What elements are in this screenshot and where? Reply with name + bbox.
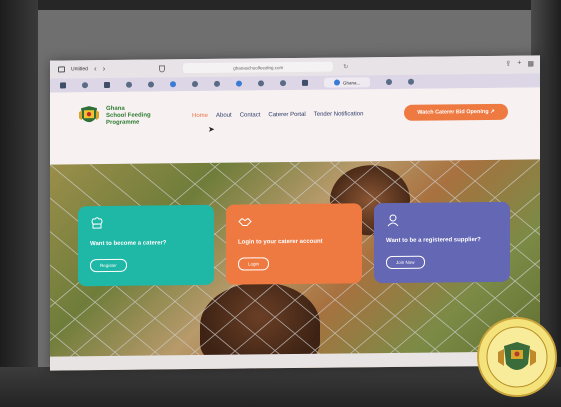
shield-icon[interactable] xyxy=(159,64,166,72)
main-nav: Home About Contact Caterer Portal Tender… xyxy=(192,111,363,119)
hero-banner: Want to become a caterer? Register Login… xyxy=(50,159,540,371)
supplier-card: Want to be a registered supplier? Join N… xyxy=(374,201,510,284)
tab-favicon xyxy=(334,79,340,86)
tab-favicon[interactable] xyxy=(386,78,393,86)
site-header: Ghana School Feeding Programme Home Abou… xyxy=(50,87,540,165)
card-title: Want to become a caterer? xyxy=(90,240,167,248)
register-button[interactable]: Register xyxy=(90,258,127,273)
tab-favicon[interactable] xyxy=(258,80,264,87)
caterer-card: Want to become a caterer? Register xyxy=(78,204,214,287)
tab-favicon[interactable] xyxy=(280,80,286,87)
arrow-icon: ↗ xyxy=(488,108,495,115)
nav-about[interactable]: About xyxy=(216,113,232,119)
seal-watermark-icon xyxy=(477,317,557,397)
tab-active[interactable]: Ghana... xyxy=(324,77,371,88)
handshake-icon xyxy=(238,217,252,227)
share-icon[interactable]: ⇪ xyxy=(505,60,511,68)
login-card: Login to your caterer account Login xyxy=(226,203,362,285)
tab-favicon[interactable] xyxy=(192,81,198,88)
brand-line: Programme xyxy=(106,119,140,126)
tab-favicon[interactable] xyxy=(170,81,176,88)
reload-icon[interactable]: ↻ xyxy=(343,63,348,70)
nav-caterer-portal[interactable]: Caterer Portal xyxy=(268,112,305,118)
join-now-button[interactable]: Join Now xyxy=(386,255,425,270)
tab-favicon[interactable] xyxy=(82,82,88,89)
tab-favicon[interactable] xyxy=(104,81,110,89)
chef-icon xyxy=(91,217,103,229)
address-bar[interactable]: ghanaschoolfeeding.com xyxy=(183,61,334,74)
tab-favicon[interactable] xyxy=(148,81,154,88)
card-title: Login to your caterer account xyxy=(238,238,323,246)
tabs-icon[interactable]: ▦ xyxy=(527,59,534,67)
nav-contact[interactable]: Contact xyxy=(240,112,261,118)
supplier-icon xyxy=(387,214,399,227)
back-arrow-icon[interactable]: ‹ xyxy=(94,64,97,73)
login-button[interactable]: Login xyxy=(238,257,270,271)
tab-favicon[interactable] xyxy=(236,80,242,87)
window-title: Untitled xyxy=(71,66,88,73)
projected-browser: Untitled ‹ › ghanaschoolfeeding.com ↻ ⇪ … xyxy=(50,55,540,371)
watch-bid-opening-button[interactable]: Watch Caterer Bid Opening ↗ xyxy=(404,103,508,121)
tab-favicon[interactable] xyxy=(126,81,132,88)
coat-of-arms-icon[interactable] xyxy=(78,104,100,128)
cta-label: Watch Caterer Bid Opening xyxy=(417,108,489,116)
room-left-wall xyxy=(0,0,38,407)
tab-favicon[interactable] xyxy=(408,78,415,85)
nav-tender-notification[interactable]: Tender Notification xyxy=(314,111,364,118)
forward-arrow-icon[interactable]: › xyxy=(103,64,106,73)
nav-home[interactable]: Home xyxy=(192,113,208,119)
tab-favicon[interactable] xyxy=(214,80,220,87)
tab-favicon[interactable] xyxy=(60,82,66,89)
plus-icon[interactable]: + xyxy=(517,60,521,68)
tab-active-label: Ghana... xyxy=(343,79,361,85)
card-title: Want to be a registered supplier? xyxy=(386,237,481,245)
mouse-cursor-icon: ➤ xyxy=(208,124,215,134)
site-brand[interactable]: Ghana School Feeding Programme xyxy=(106,105,166,127)
sidebar-icon[interactable] xyxy=(58,66,65,73)
tab-favicon[interactable] xyxy=(302,79,308,86)
